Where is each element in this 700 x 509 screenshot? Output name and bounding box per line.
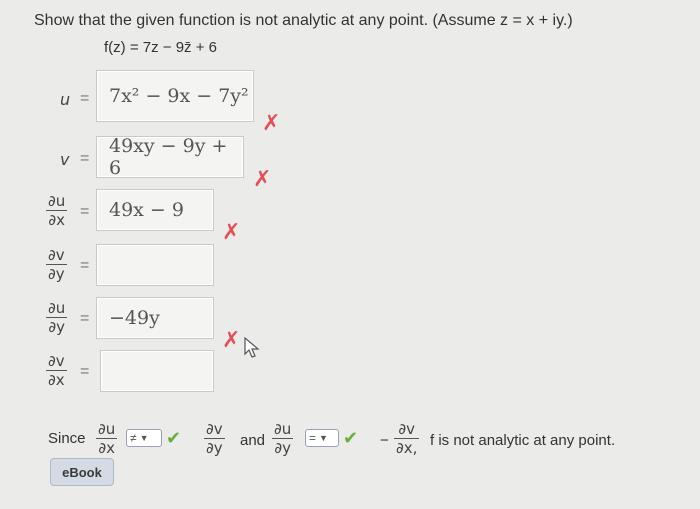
comparison-select-1[interactable]: ≠ ▼ xyxy=(126,429,162,447)
conclusion-text: f is not analytic at any point. xyxy=(430,432,616,449)
du-dx-answer-field[interactable]: 49x − 9 xyxy=(96,189,214,231)
dv-dx-label: ∂v ∂x xyxy=(46,352,67,389)
du-dy-fraction: ∂u ∂y xyxy=(272,420,294,457)
dv-dx-answer-field[interactable] xyxy=(100,350,214,392)
chevron-down-icon: ▼ xyxy=(319,433,328,443)
equals-sign: = xyxy=(80,257,90,274)
dv-dy-fraction: ∂v ∂y xyxy=(204,420,225,457)
u-label: u xyxy=(60,90,71,109)
equals-sign: = xyxy=(80,203,90,220)
v-label: v xyxy=(60,150,70,169)
mouse-cursor-icon xyxy=(243,336,263,365)
incorrect-x-icon: ✗ xyxy=(253,167,272,192)
correct-check-icon: ✔ xyxy=(166,428,182,449)
and-text: and xyxy=(240,432,266,449)
since-text: Since xyxy=(48,430,86,447)
du-dx-fraction: ∂u ∂x xyxy=(96,420,118,457)
incorrect-x-icon: ✗ xyxy=(222,328,241,353)
equals-sign: = xyxy=(80,90,90,107)
equals-sign: = xyxy=(80,310,90,327)
dv-dy-answer-field[interactable] xyxy=(96,244,214,286)
dv-dy-label: ∂v ∂y xyxy=(46,246,67,283)
incorrect-x-icon: ✗ xyxy=(262,111,281,136)
u-answer-field[interactable]: 7x² − 9x − 7y² xyxy=(96,70,254,122)
correct-check-icon: ✔ xyxy=(343,428,359,449)
chevron-down-icon: ▼ xyxy=(139,433,149,443)
incorrect-x-icon: ✗ xyxy=(222,220,241,245)
equals-sign: = xyxy=(80,363,90,380)
question-prompt: Show that the given function is not anal… xyxy=(34,12,573,29)
ebook-button[interactable]: eBook xyxy=(50,458,114,486)
comparison-select-2[interactable]: = ▼ xyxy=(305,429,339,447)
minus-sign: − xyxy=(380,432,389,449)
du-dy-label: ∂u ∂y xyxy=(46,299,68,336)
dv-dx-fraction: ∂v ∂x, xyxy=(394,420,420,457)
function-definition: f(z) = 7z − 9z̄ + 6 xyxy=(104,39,217,56)
equals-sign: = xyxy=(80,150,90,167)
du-dx-label: ∂u ∂x xyxy=(46,192,68,229)
v-answer-field[interactable]: 49xy − 9y + 6 xyxy=(96,135,244,179)
du-dy-answer-field[interactable]: −49y xyxy=(96,297,214,339)
